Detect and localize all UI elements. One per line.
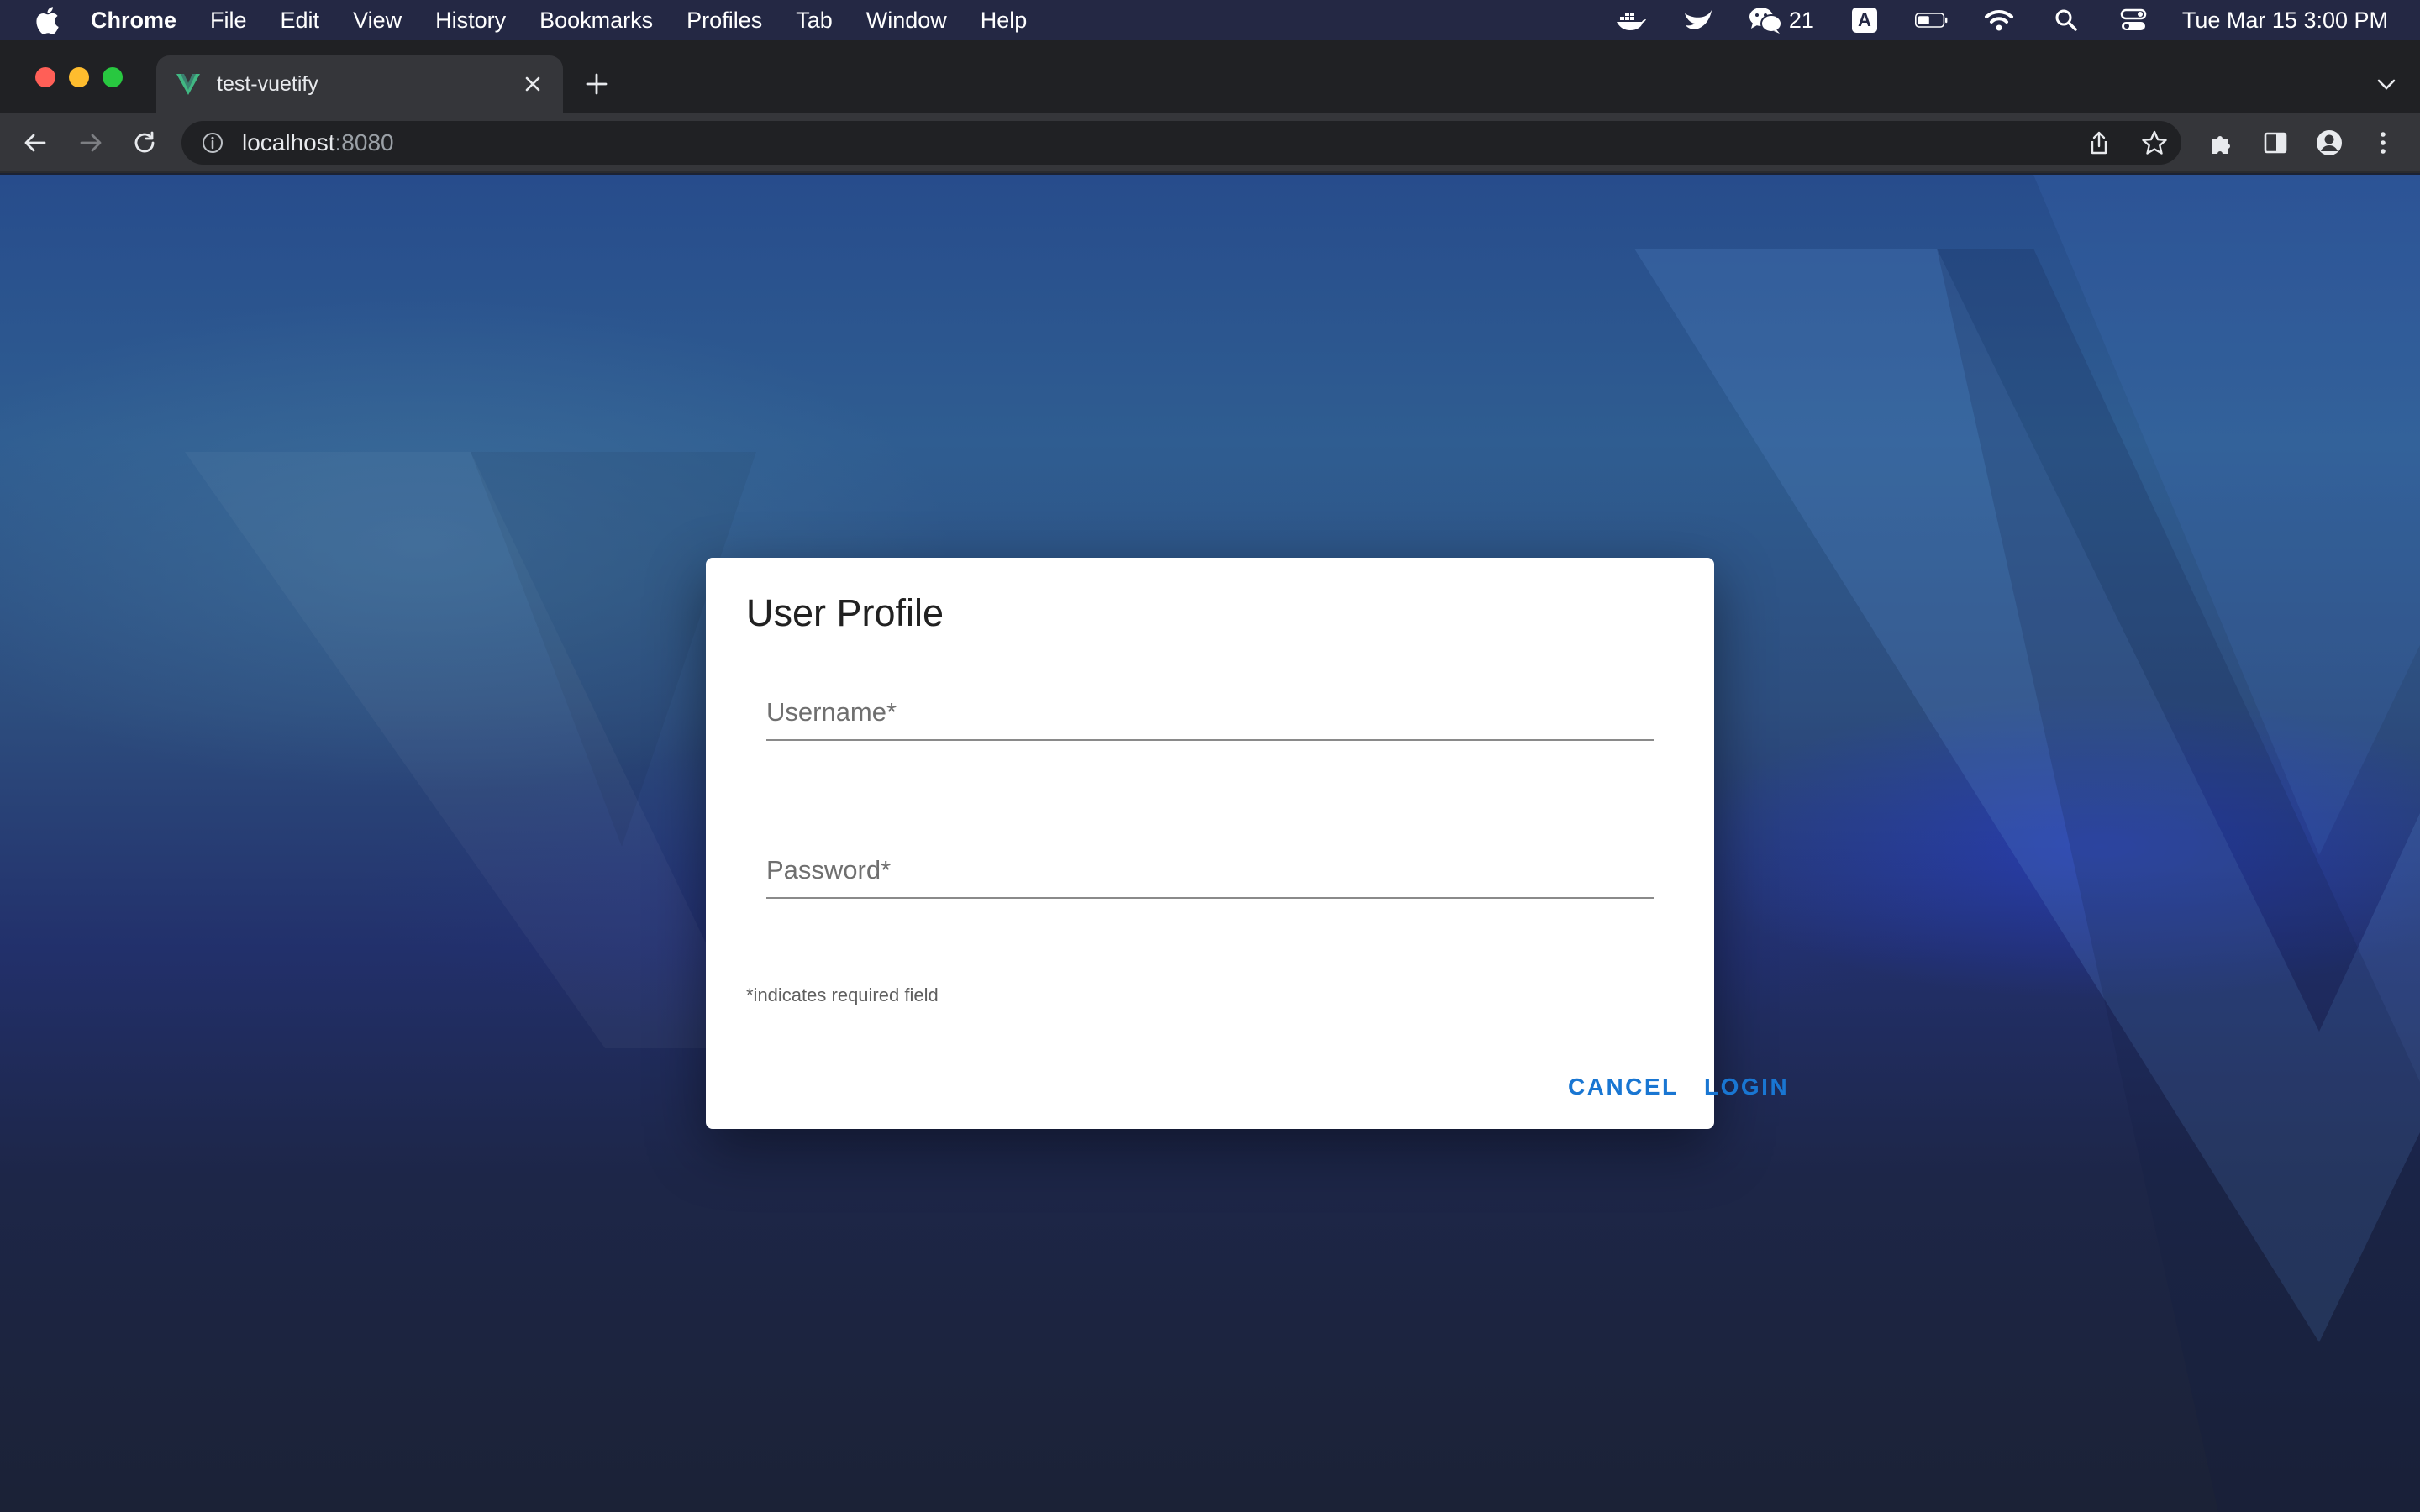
menu-help[interactable]: Help [981, 8, 1028, 34]
address-bar[interactable]: localhost:8080 [182, 121, 2181, 165]
side-panel-icon[interactable] [2257, 124, 2294, 161]
menu-file[interactable]: File [210, 8, 247, 34]
status-menu-area: 21 A Tue Mar 15 3:00 PM [1581, 0, 2388, 40]
menu-tab[interactable]: Tab [796, 8, 833, 34]
new-tab-icon[interactable] [580, 67, 613, 101]
share-icon[interactable] [2084, 128, 2114, 158]
control-center-icon[interactable] [2117, 3, 2150, 37]
username-input[interactable] [766, 674, 1654, 739]
docker-icon[interactable] [1614, 3, 1648, 37]
bookmark-star-icon[interactable] [2139, 128, 2170, 158]
page-viewport: User Profile Username* Password* *indica… [0, 175, 2420, 1512]
menu-view[interactable]: View [353, 8, 402, 34]
dialog-title: User Profile [746, 591, 944, 634]
minimize-window-button[interactable] [69, 67, 89, 87]
menu-history[interactable]: History [435, 8, 506, 34]
zoom-window-button[interactable] [103, 67, 123, 87]
browser-tab-strip: test-vuetify [0, 40, 2420, 113]
input-source-label: A [1851, 8, 1877, 33]
url-host: localhost [242, 129, 335, 155]
tab-title: test-vuetify [217, 71, 318, 96]
vuetify-favicon-icon [175, 72, 202, 96]
chrome-menu-kebab-icon[interactable] [2365, 124, 2402, 161]
menu-edit[interactable]: Edit [281, 8, 320, 34]
back-arrow-icon[interactable] [17, 124, 54, 161]
password-field[interactable]: Password* [766, 832, 1654, 899]
forward-arrow-icon[interactable] [72, 124, 109, 161]
apple-menu-icon[interactable] [35, 6, 60, 34]
login-button[interactable]: LOGIN [1691, 1062, 1802, 1112]
battery-icon[interactable] [1914, 3, 1949, 37]
wechat-badge-count: 21 [1788, 7, 1814, 33]
url-port: :8080 [334, 129, 394, 155]
wifi-icon[interactable] [1982, 3, 2016, 37]
paper-plane-icon[interactable] [1681, 3, 1715, 37]
menu-profiles[interactable]: Profiles [687, 8, 762, 34]
wechat-icon[interactable] [1749, 3, 1782, 37]
close-window-button[interactable] [35, 67, 55, 87]
username-field[interactable]: Username* [766, 674, 1654, 741]
tab-search-chevron-down-icon[interactable] [2371, 69, 2402, 99]
password-input[interactable] [766, 832, 1654, 897]
user-profile-dialog: User Profile Username* Password* *indica… [706, 558, 1787, 1129]
browser-tab-active[interactable]: test-vuetify [156, 55, 563, 113]
site-info-icon[interactable] [198, 129, 227, 157]
menu-window[interactable]: Window [866, 8, 947, 34]
macos-menu-bar: Chrome File Edit View History Bookmarks … [0, 0, 2420, 40]
menu-bookmarks[interactable]: Bookmarks [539, 8, 653, 34]
reload-icon[interactable] [126, 124, 163, 161]
address-url[interactable]: localhost:8080 [242, 129, 394, 156]
tab-close-icon[interactable] [516, 67, 550, 101]
cancel-button[interactable]: CANCEL [1555, 1062, 1692, 1112]
address-bar-actions [2084, 128, 2170, 158]
extensions-puzzle-icon[interactable] [2203, 124, 2240, 161]
window-controls [35, 67, 123, 87]
input-source-icon[interactable]: A [1848, 3, 1881, 37]
required-field-note: *indicates required field [746, 984, 939, 1005]
profile-avatar-icon[interactable] [2311, 124, 2348, 161]
menu-chrome[interactable]: Chrome [91, 8, 176, 34]
menubar-clock[interactable]: Tue Mar 15 3:00 PM [2182, 8, 2388, 34]
browser-toolbar: localhost:8080 [0, 113, 2420, 173]
spotlight-search-icon[interactable] [2049, 3, 2083, 37]
